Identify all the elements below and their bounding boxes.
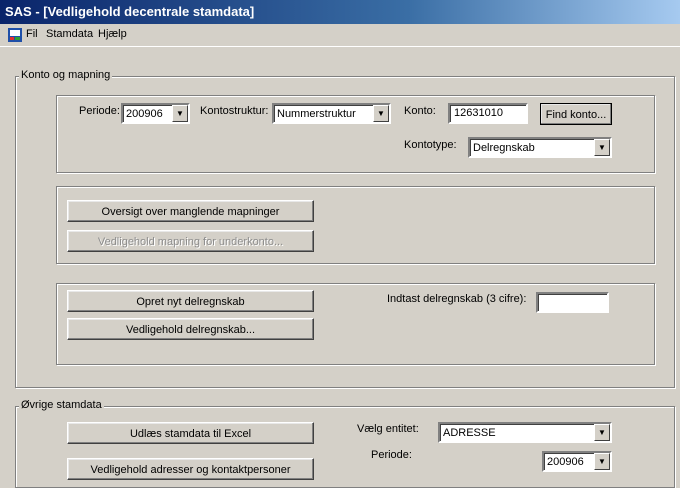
kontostruktur-value: Nummerstruktur	[277, 108, 356, 120]
ovrige-stamdata-label: Øvrige stamdata	[19, 399, 104, 411]
konto-label: Konto:	[404, 105, 436, 117]
kontotype-select[interactable]: Delregnskab ▼	[468, 137, 612, 158]
konto-input[interactable]: 12631010	[448, 103, 528, 124]
app-icon[interactable]	[8, 28, 22, 42]
periode-label: Periode:	[79, 105, 120, 117]
ovrige-periode-select[interactable]: 200906 ▼	[542, 451, 612, 472]
oversigt-button[interactable]: Oversigt over manglende mapninger	[67, 200, 314, 222]
kontotype-value: Delregnskab	[473, 142, 535, 154]
menu-fil[interactable]: Fil	[26, 28, 38, 40]
vaelg-entitet-select[interactable]: ADRESSE ▼	[438, 422, 612, 443]
indtast-delregnskab-label: Indtast delregnskab (3 cifre):	[387, 293, 527, 305]
konto-og-mapning-label: Konto og mapning	[19, 69, 113, 81]
opret-delregnskab-button[interactable]: Opret nyt delregnskab	[67, 290, 314, 312]
kontotype-label: Kontotype:	[404, 139, 457, 151]
ovrige-periode-value: 200906	[547, 456, 584, 468]
indtast-delregnskab-input[interactable]	[536, 292, 609, 313]
chevron-down-icon[interactable]: ▼	[172, 105, 188, 122]
menu-hjaelp[interactable]: Hjælp	[98, 28, 127, 40]
find-konto-button[interactable]: Find konto...	[540, 103, 612, 125]
title-bar: SAS - [Vedligehold decentrale stamdata]	[0, 0, 680, 24]
periode-select[interactable]: 200906 ▼	[121, 103, 190, 124]
udlaes-stamdata-button[interactable]: Udlæs stamdata til Excel	[67, 422, 314, 444]
window-title: SAS - [Vedligehold decentrale stamdata]	[5, 4, 255, 19]
vaelg-entitet-label: Vælg entitet:	[357, 423, 419, 435]
vedligehold-mapning-button[interactable]: Vedligehold mapning for underkonto...	[67, 230, 314, 252]
periode-value: 200906	[126, 108, 163, 120]
chevron-down-icon[interactable]: ▼	[594, 453, 610, 470]
menu-stamdata[interactable]: Stamdata	[46, 28, 93, 40]
ovrige-periode-label: Periode:	[371, 449, 412, 461]
chevron-down-icon[interactable]: ▼	[594, 139, 610, 156]
vedligehold-delregnskab-button[interactable]: Vedligehold delregnskab...	[67, 318, 314, 340]
kontostruktur-label: Kontostruktur:	[200, 105, 269, 117]
chevron-down-icon[interactable]: ▼	[594, 424, 610, 441]
chevron-down-icon[interactable]: ▼	[373, 105, 389, 122]
vaelg-entitet-value: ADRESSE	[443, 427, 496, 439]
vedligehold-adresser-button[interactable]: Vedligehold adresser og kontaktpersoner	[67, 458, 314, 480]
kontostruktur-select[interactable]: Nummerstruktur ▼	[272, 103, 391, 124]
menu-bar: Fil Stamdata Hjælp	[0, 24, 680, 47]
